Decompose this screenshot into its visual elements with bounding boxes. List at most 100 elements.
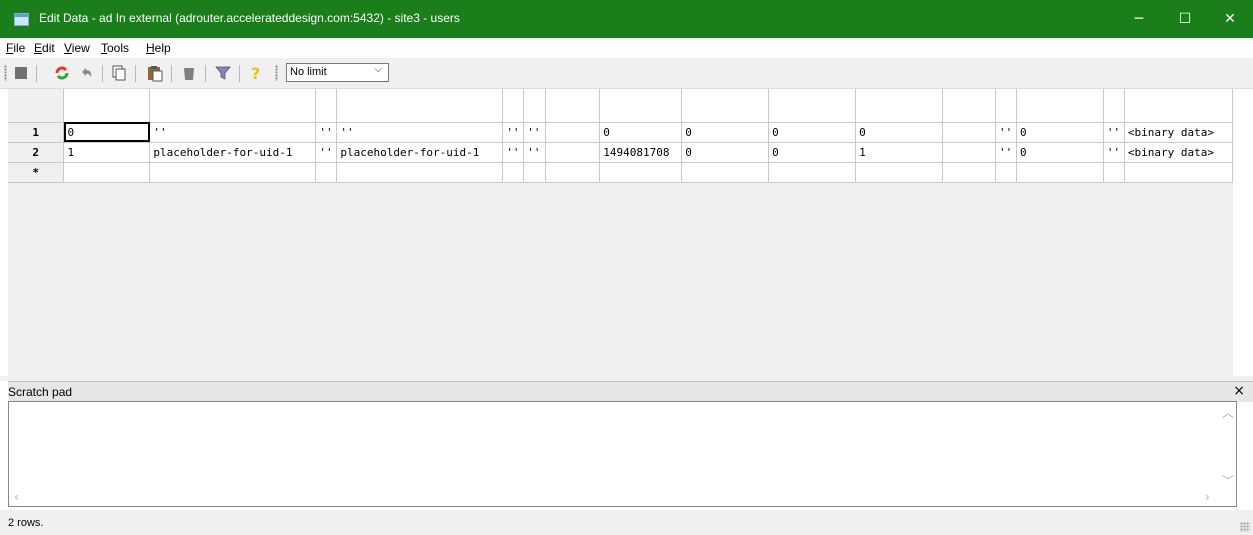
table-cell[interactable] bbox=[545, 142, 601, 163]
column-header[interactable] bbox=[599, 89, 683, 123]
toolbar-grip[interactable] bbox=[275, 65, 278, 81]
scratch-pad-textarea[interactable]: ︿ ﹀ ‹ › bbox=[8, 401, 1237, 507]
close-icon[interactable]: × bbox=[1233, 383, 1245, 399]
filter-icon[interactable] bbox=[214, 64, 232, 82]
column-header[interactable] bbox=[995, 89, 1017, 123]
scroll-left-icon[interactable]: ‹ bbox=[14, 490, 19, 504]
scroll-right-icon[interactable]: › bbox=[1205, 490, 1210, 504]
column-header[interactable] bbox=[149, 89, 317, 123]
table-cell[interactable] bbox=[149, 162, 317, 183]
table-cell[interactable] bbox=[336, 162, 504, 183]
column-header[interactable] bbox=[523, 89, 547, 123]
column-header[interactable] bbox=[315, 89, 338, 123]
table-cell[interactable]: 1494081708 bbox=[599, 142, 683, 163]
table-cell[interactable] bbox=[942, 162, 996, 183]
table-cell[interactable]: <binary data> bbox=[1124, 122, 1233, 143]
table-cell[interactable]: 0 bbox=[1016, 122, 1104, 143]
status-bar: 2 rows. bbox=[0, 510, 1253, 535]
minimize-button[interactable]: ─ bbox=[1116, 0, 1162, 38]
menu-file[interactable]: File bbox=[6, 41, 25, 55]
table-cell[interactable]: 0 bbox=[1016, 142, 1104, 163]
table-cell[interactable]: '' bbox=[1103, 142, 1125, 163]
table-cell[interactable] bbox=[1016, 162, 1104, 183]
table-cell[interactable] bbox=[1103, 162, 1125, 183]
table-cell[interactable]: '' bbox=[336, 122, 504, 143]
table-cell[interactable] bbox=[681, 162, 770, 183]
table-cell[interactable] bbox=[545, 122, 601, 143]
table-cell[interactable]: 0 bbox=[63, 122, 151, 143]
toolbar-grip[interactable] bbox=[4, 65, 7, 81]
data-grid[interactable]: 1 0 '' '' '' '' '' 0 0 0 0 '' 0 '' <bina… bbox=[8, 89, 1233, 376]
row-header[interactable]: 1 bbox=[8, 122, 65, 143]
save-icon[interactable] bbox=[12, 64, 30, 82]
table-cell[interactable]: '' bbox=[502, 122, 525, 143]
title-bar[interactable]: Edit Data - ad In external (adrouter.acc… bbox=[0, 0, 1253, 38]
table-cell[interactable]: '' bbox=[523, 142, 547, 163]
table-cell[interactable]: 0 bbox=[599, 122, 683, 143]
row-header[interactable]: * bbox=[8, 162, 65, 183]
table-cell[interactable]: 0 bbox=[681, 122, 770, 143]
paste-icon[interactable] bbox=[146, 64, 164, 82]
row-limit-select[interactable]: No limit ⌵ bbox=[286, 63, 389, 82]
table-cell[interactable] bbox=[523, 162, 547, 183]
refresh-icon[interactable] bbox=[53, 64, 71, 82]
table-cell[interactable]: '' bbox=[523, 122, 547, 143]
table-cell[interactable] bbox=[995, 162, 1017, 183]
table-cell[interactable]: 1 bbox=[63, 142, 151, 163]
column-header[interactable] bbox=[681, 89, 770, 123]
column-header[interactable] bbox=[942, 89, 996, 123]
table-cell[interactable] bbox=[942, 122, 996, 143]
column-header[interactable] bbox=[545, 89, 601, 123]
table-cell[interactable] bbox=[942, 142, 996, 163]
table-cell[interactable] bbox=[768, 162, 857, 183]
table-cell[interactable] bbox=[599, 162, 683, 183]
table-cell[interactable]: '' bbox=[315, 142, 338, 163]
column-header[interactable] bbox=[1103, 89, 1125, 123]
scroll-up-icon[interactable]: ︿ bbox=[1222, 404, 1234, 421]
table-cell[interactable]: 0 bbox=[768, 122, 857, 143]
menu-tools[interactable]: Tools bbox=[101, 41, 129, 55]
table-cell[interactable] bbox=[502, 162, 525, 183]
column-header[interactable] bbox=[1124, 89, 1233, 123]
table-cell[interactable]: 0 bbox=[855, 122, 944, 143]
menu-view[interactable]: View bbox=[64, 41, 90, 55]
menu-help[interactable]: Help bbox=[146, 41, 171, 55]
scroll-down-icon[interactable]: ﹀ bbox=[1222, 472, 1234, 489]
menu-edit[interactable]: Edit bbox=[34, 41, 55, 55]
table-cell[interactable]: '' bbox=[995, 142, 1017, 163]
column-header[interactable] bbox=[63, 89, 151, 123]
column-header[interactable] bbox=[502, 89, 525, 123]
table-cell[interactable]: '' bbox=[315, 122, 338, 143]
close-button[interactable]: ✕ bbox=[1207, 0, 1253, 38]
table-cell[interactable]: '' bbox=[1103, 122, 1125, 143]
table-cell[interactable]: 0 bbox=[681, 142, 770, 163]
column-header[interactable] bbox=[1016, 89, 1104, 123]
delete-icon[interactable] bbox=[180, 64, 198, 82]
vertical-scrollbar[interactable]: ︿ ﹀ bbox=[1219, 402, 1236, 490]
table-cell[interactable]: '' bbox=[149, 122, 317, 143]
table-cell[interactable]: '' bbox=[995, 122, 1017, 143]
table-cell[interactable]: placeholder-for-uid-1 bbox=[336, 142, 504, 163]
table-cell[interactable]: 1 bbox=[855, 142, 944, 163]
column-header[interactable] bbox=[336, 89, 504, 123]
help-icon[interactable]: ? bbox=[247, 64, 265, 83]
table-cell[interactable]: '' bbox=[502, 142, 525, 163]
table-cell[interactable] bbox=[545, 162, 601, 183]
horizontal-scrollbar[interactable]: ‹ › bbox=[9, 489, 1219, 506]
column-header[interactable] bbox=[768, 89, 857, 123]
maximize-button[interactable]: ☐ bbox=[1162, 0, 1208, 38]
corner-header[interactable] bbox=[8, 89, 65, 123]
row-header[interactable]: 2 bbox=[8, 142, 65, 163]
table-cell[interactable]: <binary data> bbox=[1124, 142, 1233, 163]
table-cell[interactable] bbox=[63, 162, 151, 183]
table-cell[interactable] bbox=[315, 162, 338, 183]
column-header[interactable] bbox=[855, 89, 944, 123]
table-cell[interactable]: 0 bbox=[768, 142, 857, 163]
resize-grip-icon[interactable] bbox=[1240, 522, 1250, 532]
status-text: 2 rows. bbox=[8, 517, 44, 529]
table-cell[interactable] bbox=[1124, 162, 1233, 183]
copy-icon[interactable] bbox=[110, 64, 128, 82]
table-cell[interactable] bbox=[855, 162, 944, 183]
undo-icon[interactable] bbox=[77, 64, 95, 82]
table-cell[interactable]: placeholder-for-uid-1 bbox=[149, 142, 317, 163]
